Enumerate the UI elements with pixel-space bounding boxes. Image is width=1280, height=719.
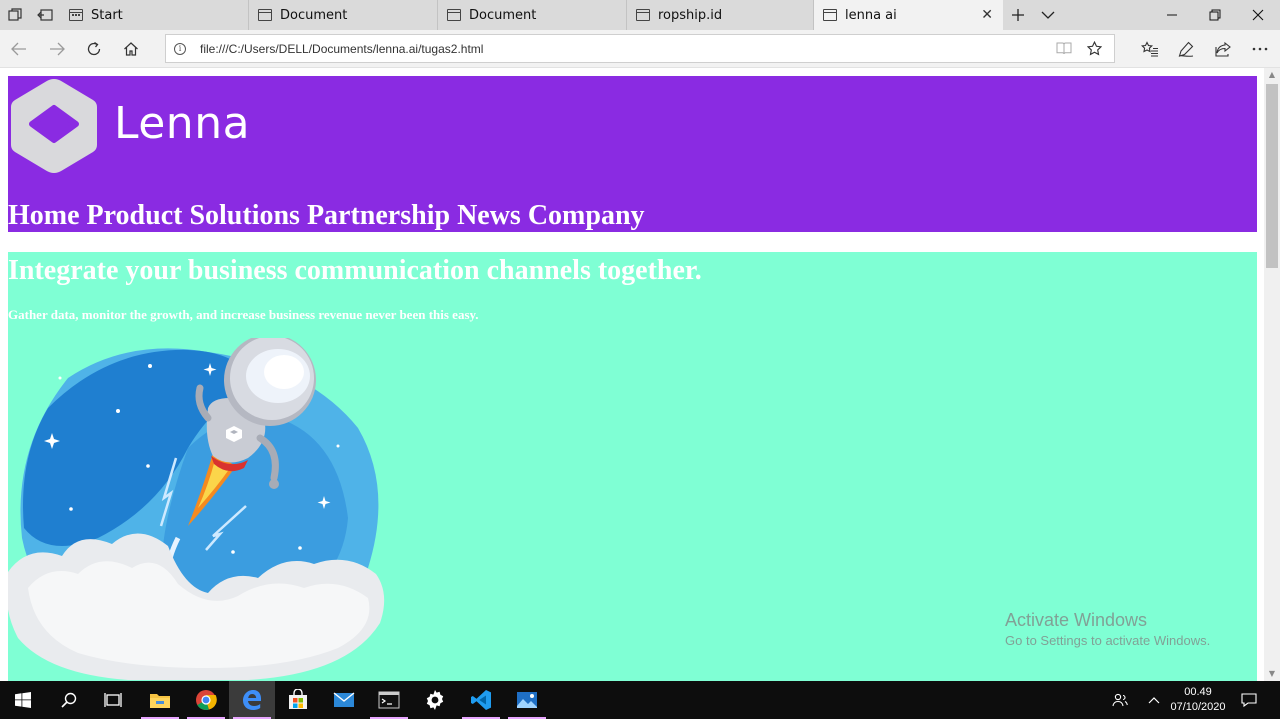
tab-label: Document	[469, 7, 537, 23]
tab-label: ropship.id	[658, 7, 723, 23]
tab-label: lenna ai	[845, 7, 897, 23]
nav-home[interactable]: Home	[8, 200, 80, 231]
main-nav: Home Product Solutions Partnership News Compa…	[8, 200, 652, 232]
edge-icon[interactable]	[229, 681, 275, 719]
tab-document-2[interactable]: Document	[438, 0, 627, 30]
action-center-icon[interactable]	[1238, 681, 1260, 719]
scroll-up-arrow-icon[interactable]: ▲	[1264, 68, 1280, 82]
share-icon[interactable]	[1208, 34, 1238, 64]
nav-product[interactable]: Product	[87, 200, 183, 231]
address-text[interactable]: file:///C:/Users/DELL/Documents/lenna.ai…	[200, 42, 483, 56]
tab-preview-chevron-icon[interactable]	[1033, 0, 1063, 30]
vscode-icon[interactable]	[458, 681, 504, 719]
lenna-logo-icon	[11, 79, 97, 173]
robot-rocket-illustration	[8, 338, 385, 680]
watermark-title: Activate Windows	[1005, 610, 1148, 630]
site-header: Lenna Home Product Solutions Partnership New…	[8, 76, 1257, 232]
people-icon[interactable]	[1108, 681, 1132, 719]
logo-wordmark: Lenna	[114, 98, 251, 149]
nav-news[interactable]: News	[457, 200, 521, 231]
start-icon[interactable]	[0, 681, 46, 719]
task-view-icon[interactable]	[90, 681, 136, 719]
set-tabs-aside-icon[interactable]	[30, 0, 60, 30]
tab-start[interactable]: Start	[60, 0, 249, 30]
clock-time: 00.49	[1184, 686, 1212, 698]
store-icon[interactable]	[275, 681, 321, 719]
browser-toolbar: i file:///C:/Users/DELL/Documents/lenna.…	[0, 30, 1280, 68]
scroll-down-arrow-icon[interactable]: ▼	[1264, 667, 1280, 681]
refresh-icon[interactable]	[79, 34, 109, 64]
forward-icon[interactable]	[42, 34, 72, 64]
web-note-pen-icon[interactable]	[1171, 34, 1201, 64]
system-clock[interactable]: 00.49 07/10/2020	[1160, 685, 1236, 715]
settings-icon[interactable]	[412, 681, 458, 719]
lenna-logo[interactable]: Lenna	[8, 76, 268, 176]
more-options-icon[interactable]	[1245, 34, 1275, 64]
windows-taskbar: 00.49 07/10/2020	[0, 681, 1280, 719]
browser-tab-bar: Start Document Document ropship.id lenna…	[0, 0, 1280, 30]
reading-view-icon[interactable]	[1050, 35, 1078, 62]
page-icon	[636, 9, 650, 21]
hero-title: Integrate your business communication ch…	[8, 255, 702, 286]
favorites-hub-icon[interactable]	[1135, 34, 1165, 64]
tab-document-1[interactable]: Document	[249, 0, 438, 30]
favorite-star-icon[interactable]	[1080, 35, 1108, 62]
nav-solutions[interactable]: Solutions	[189, 200, 300, 231]
hero-subtitle: Gather data, monitor the growth, and inc…	[8, 307, 479, 322]
tab-actions-icon[interactable]	[0, 0, 30, 30]
back-icon[interactable]	[4, 34, 34, 64]
page-viewport: Lenna Home Product Solutions Partnership New…	[0, 68, 1264, 681]
close-window-icon[interactable]	[1236, 0, 1280, 30]
minimize-icon[interactable]	[1150, 0, 1194, 30]
terminal-icon[interactable]	[366, 681, 412, 719]
nav-partnership[interactable]: Partnership	[307, 200, 450, 231]
clock-date: 07/10/2020	[1170, 701, 1226, 713]
activate-windows-watermark: Activate Windows Go to Settings to activ…	[1005, 610, 1210, 648]
address-bar[interactable]: i file:///C:/Users/DELL/Documents/lenna.…	[165, 34, 1115, 63]
tab-ropship[interactable]: ropship.id	[627, 0, 814, 30]
close-tab-icon[interactable]: ✕	[981, 7, 993, 23]
restore-icon[interactable]	[1193, 0, 1237, 30]
info-icon[interactable]: i	[174, 42, 186, 55]
page-scrollbar[interactable]: ▲ ▼	[1264, 68, 1280, 681]
nav-company[interactable]: Company	[528, 200, 645, 231]
mail-icon[interactable]	[321, 681, 367, 719]
tab-label: Start	[91, 7, 123, 23]
page-icon	[258, 9, 272, 21]
search-icon[interactable]	[46, 681, 92, 719]
photos-icon[interactable]	[504, 681, 550, 719]
page-icon	[447, 9, 461, 21]
home-icon[interactable]	[116, 34, 146, 64]
file-explorer-icon[interactable]	[137, 681, 183, 719]
start-page-icon	[69, 9, 83, 21]
chrome-icon[interactable]	[183, 681, 229, 719]
new-tab-icon[interactable]	[1003, 0, 1033, 30]
tab-label: Document	[280, 7, 348, 23]
scroll-thumb[interactable]	[1266, 84, 1278, 268]
watermark-subtitle: Go to Settings to activate Windows.	[1005, 633, 1211, 648]
tab-lenna-ai[interactable]: lenna ai ✕	[814, 0, 1003, 30]
page-icon	[823, 9, 837, 21]
